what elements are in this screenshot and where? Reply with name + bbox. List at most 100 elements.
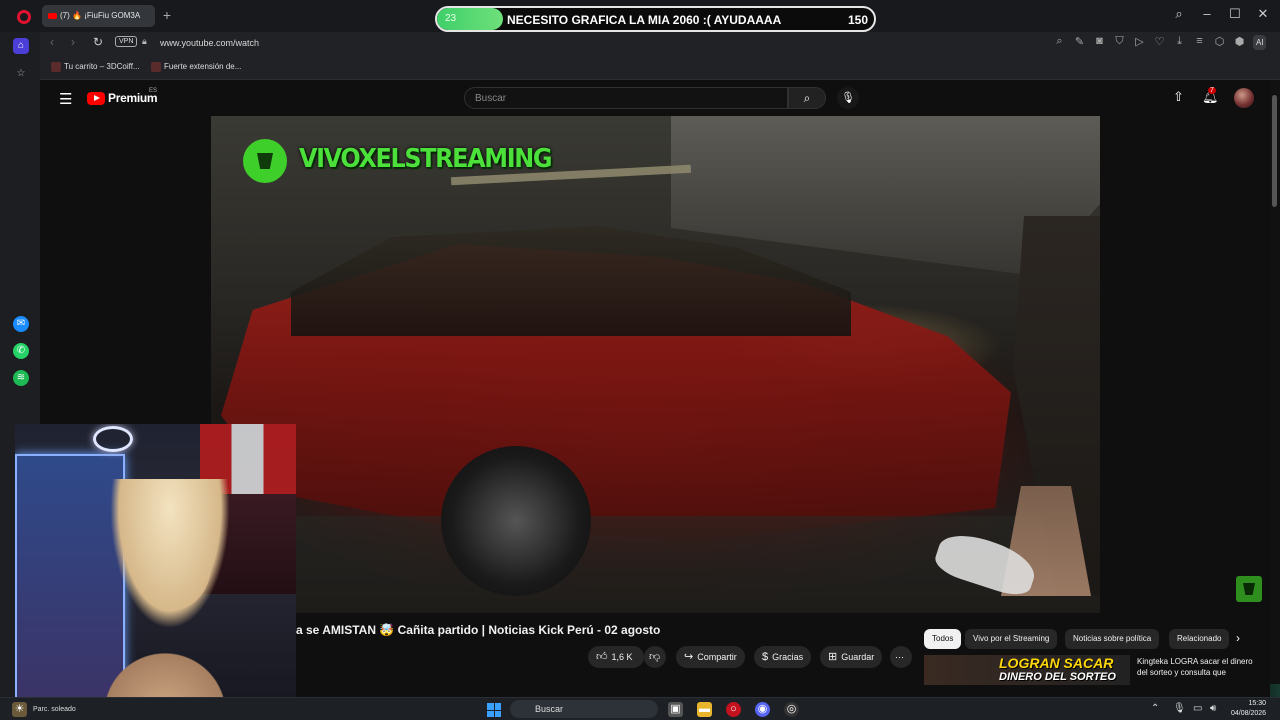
chip-todos[interactable]: Todos bbox=[924, 629, 962, 649]
bookmark-favicon-icon bbox=[51, 62, 61, 72]
wallet-icon[interactable]: ⬡ bbox=[1213, 35, 1226, 50]
opera-logo-icon[interactable] bbox=[17, 10, 31, 24]
dislike-button[interactable]: 👎︎ bbox=[644, 646, 666, 668]
whatsapp-icon[interactable]: ✆ bbox=[13, 343, 29, 359]
more-icon: ⋯ bbox=[895, 652, 904, 662]
goal-current-value: 23 bbox=[445, 13, 457, 24]
spotify-icon[interactable]: ≋ bbox=[13, 370, 29, 386]
windows-start-icon[interactable] bbox=[487, 703, 501, 717]
edit-icon[interactable]: ✎ bbox=[1073, 35, 1086, 50]
chip-politica[interactable]: Noticias sobre política bbox=[1065, 629, 1160, 649]
thumbnail-text-line-2: DINERO DEL SORTEO bbox=[999, 671, 1116, 683]
browser-tab-youtube[interactable]: (7) 🔥 ¡FiuFiu GOM3A bbox=[42, 5, 155, 27]
like-button[interactable]: 👍︎ 1,6 K bbox=[588, 646, 644, 668]
taskbar-search-input[interactable]: Buscar bbox=[510, 700, 658, 718]
channel-watermark-icon[interactable] bbox=[1236, 576, 1262, 602]
forward-button[interactable]: › bbox=[71, 35, 75, 49]
thanks-button[interactable]: $ Gracias bbox=[754, 646, 812, 668]
window-controls: ⌕ – ☐ ✕ bbox=[1172, 6, 1270, 22]
share-icon: ↪ bbox=[684, 651, 694, 663]
close-button[interactable]: ✕ bbox=[1256, 6, 1270, 22]
notification-count-badge: 7 bbox=[1208, 87, 1216, 94]
channel-name-overlay: VIVOXELSTREAMING bbox=[299, 144, 552, 174]
like-count: 1,6 K bbox=[611, 652, 633, 662]
minimize-button[interactable]: – bbox=[1200, 6, 1214, 22]
search-icon: ⌕ bbox=[803, 91, 811, 105]
address-bar: ‹ › ↻ VPN 🔒︎ www.youtube.com/watch ⌕ ✎ ◙… bbox=[40, 32, 1280, 54]
search-tabs-icon[interactable]: ⌕ bbox=[1172, 6, 1186, 22]
share-button[interactable]: ↪ Compartir bbox=[676, 646, 745, 668]
tab-title: (7) 🔥 ¡FiuFiu GOM3A bbox=[60, 11, 141, 20]
webcam-neon-planet bbox=[93, 426, 133, 452]
url-field[interactable]: www.youtube.com/watch bbox=[160, 38, 259, 48]
bookmark-label: Tu carrito – 3DCoiff... bbox=[64, 62, 140, 72]
play-icon[interactable]: ▷ bbox=[1133, 35, 1146, 50]
back-button[interactable]: ‹ bbox=[50, 35, 54, 49]
discord-icon[interactable]: ◉ bbox=[755, 702, 770, 717]
video-player[interactable]: VIVOXELSTREAMING bbox=[211, 116, 1100, 613]
stream-goal-banner: 23 NECESITO GRAFICA LA MIA 2060 :( AYUDA… bbox=[435, 6, 876, 32]
new-tab-button[interactable]: + bbox=[160, 8, 174, 22]
search-input[interactable]: Buscar bbox=[464, 87, 788, 109]
obs-icon[interactable]: ◎ bbox=[784, 702, 799, 717]
save-label: Guardar bbox=[841, 652, 875, 662]
chip-vivo-streaming[interactable]: Vivo por el Streaming bbox=[965, 629, 1058, 649]
thanks-label: Gracias bbox=[772, 652, 804, 662]
tray-chevron-up-icon[interactable]: ⌃ bbox=[1151, 703, 1159, 714]
clock-time: 15:30 bbox=[1248, 700, 1267, 707]
thumbnail-text-line-1: LOGRAN SACAR bbox=[999, 655, 1114, 671]
goal-message: NECESITO GRAFICA LA MIA 2060 :( AYUDAAAA bbox=[507, 13, 782, 27]
hamburger-menu-icon[interactable]: ☰ bbox=[59, 90, 72, 108]
weather-text[interactable]: Parc. soleado bbox=[33, 706, 76, 713]
home-icon[interactable]: ⌂ bbox=[13, 38, 29, 54]
save-button[interactable]: ⊞ Guardar bbox=[820, 646, 883, 668]
chip-relacionado[interactable]: Relacionado bbox=[1169, 629, 1229, 649]
chevron-right-icon[interactable]: › bbox=[1236, 631, 1240, 645]
share-label: Compartir bbox=[697, 652, 737, 662]
video-car-wheel bbox=[441, 446, 591, 596]
search-icon[interactable]: ⌕ bbox=[1053, 35, 1066, 50]
ai-button[interactable]: AI bbox=[1253, 35, 1266, 50]
shield-icon[interactable]: ⛉ bbox=[1113, 35, 1126, 50]
maximize-button[interactable]: ☐ bbox=[1228, 6, 1242, 22]
tray-mic-icon[interactable]: 🎙︎ bbox=[1173, 703, 1186, 714]
thanks-icon: $ bbox=[762, 651, 769, 663]
upload-icon[interactable]: ⇧ bbox=[1173, 89, 1184, 105]
search-button[interactable]: ⌕ bbox=[788, 87, 826, 109]
opera-taskbar-icon[interactable]: ○ bbox=[726, 702, 741, 717]
weather-icon[interactable]: ☀ bbox=[12, 702, 27, 717]
extension-toolbar: ⌕ ✎ ◙ ⛉ ▷ ♡ ⤓ ≡ ⬡ ⬢ AI bbox=[1053, 35, 1266, 50]
camera-icon[interactable]: ◙ bbox=[1093, 35, 1106, 50]
star-icon[interactable]: ☆ bbox=[13, 66, 29, 82]
windows-taskbar: ☀ Parc. soleado ⌕ Buscar ▣ ▬ ○ ◉ ◎ ⌃ 🎙︎ … bbox=[0, 697, 1280, 720]
youtube-logo-icon[interactable] bbox=[87, 92, 105, 105]
thumbs-down-icon: 👎︎ bbox=[649, 651, 661, 663]
bookmark-label: Fuerte extensión de... bbox=[164, 62, 242, 72]
streamer-webcam bbox=[15, 424, 296, 709]
menu-icon[interactable]: ≡ bbox=[1193, 35, 1206, 50]
voice-search-button[interactable]: 🎙︎ bbox=[837, 87, 859, 109]
bookmark-item[interactable]: Fuerte extensión de... bbox=[151, 62, 241, 72]
vpn-badge[interactable]: VPN bbox=[115, 36, 138, 47]
task-view-icon[interactable]: ▣ bbox=[668, 702, 683, 717]
cube-icon[interactable]: ⬢ bbox=[1233, 35, 1246, 50]
file-explorer-icon[interactable]: ▬ bbox=[697, 702, 712, 717]
bookmark-item[interactable]: Tu carrito – 3DCoiff... bbox=[51, 62, 140, 72]
recommendation-title[interactable]: Kingteka LOGRA sacar el dinero del sorte… bbox=[1137, 656, 1262, 678]
bookmark-icon: ⊞ bbox=[828, 651, 838, 663]
avatar[interactable] bbox=[1234, 88, 1254, 108]
recommendation-thumbnail[interactable]: LOGRAN SACAR DINERO DEL SORTEO bbox=[924, 655, 1130, 685]
network-icon[interactable]: ▭ bbox=[1193, 703, 1202, 714]
taskbar-clock[interactable]: 15:30 04/08/2026 bbox=[1231, 699, 1266, 719]
reload-button[interactable]: ↻ bbox=[93, 35, 103, 49]
bookmark-favicon-icon bbox=[151, 62, 161, 72]
messenger-icon[interactable]: ✉ bbox=[13, 316, 29, 332]
more-actions-button[interactable]: ⋯ bbox=[890, 646, 912, 668]
heart-icon[interactable]: ♡ bbox=[1153, 35, 1166, 50]
region-code: ES bbox=[149, 88, 158, 94]
goal-target-value: 150 bbox=[847, 13, 868, 27]
lock-icon[interactable]: 🔒︎ bbox=[142, 36, 147, 47]
download-icon[interactable]: ⤓ bbox=[1173, 35, 1186, 50]
volume-icon[interactable]: 🔊︎ bbox=[1210, 703, 1216, 714]
scrollbar-thumb[interactable] bbox=[1272, 95, 1277, 207]
